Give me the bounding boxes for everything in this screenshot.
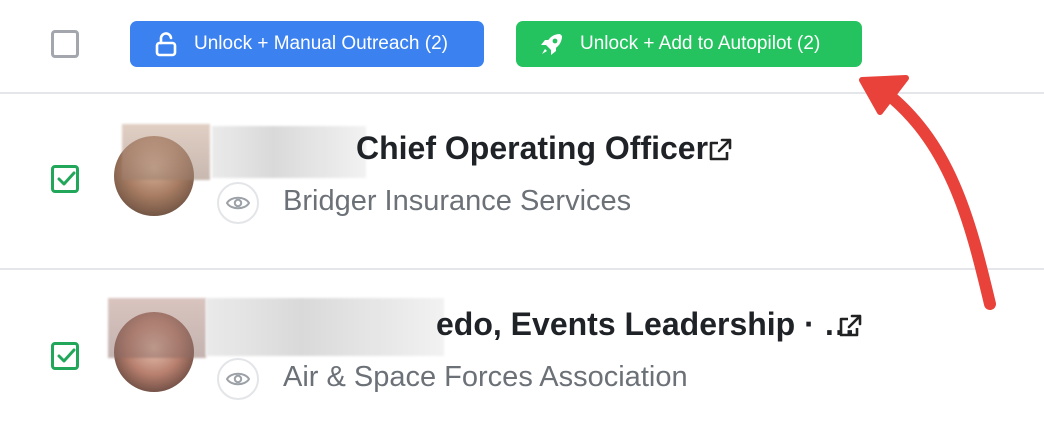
list-item[interactable]: edo, Events Leadership · … Air & Space F… bbox=[0, 270, 1044, 446]
select-all-checkbox[interactable] bbox=[51, 30, 79, 58]
autopilot-label: Unlock + Add to Autopilot (2) bbox=[580, 33, 821, 54]
company-name: Bridger Insurance Services bbox=[283, 185, 632, 217]
blurred-avatar-overlay bbox=[108, 298, 206, 358]
contact-title[interactable]: edo, Events Leadership · … bbox=[436, 306, 856, 343]
list-item[interactable]: Chief Operating Officer Bridger Insuranc… bbox=[0, 94, 1044, 270]
lock-open-icon bbox=[152, 30, 180, 58]
eye-icon[interactable] bbox=[217, 358, 259, 400]
eye-icon[interactable] bbox=[217, 182, 259, 224]
unlock-add-to-autopilot-button[interactable]: Unlock + Add to Autopilot (2) bbox=[516, 21, 862, 67]
external-link-icon[interactable] bbox=[836, 312, 864, 340]
row-checkbox[interactable] bbox=[51, 165, 79, 193]
row-checkbox[interactable] bbox=[51, 342, 79, 370]
blurred-avatar-overlay bbox=[122, 124, 210, 180]
manual-outreach-label: Unlock + Manual Outreach (2) bbox=[194, 33, 448, 54]
blurred-name bbox=[212, 126, 366, 178]
unlock-manual-outreach-button[interactable]: Unlock + Manual Outreach (2) bbox=[130, 21, 484, 67]
bulk-action-toolbar: Unlock + Manual Outreach (2) Unlock + Ad… bbox=[0, 0, 1044, 92]
company-name: Air & Space Forces Association bbox=[283, 361, 688, 393]
blurred-name bbox=[206, 298, 444, 356]
contact-title[interactable]: Chief Operating Officer bbox=[356, 130, 708, 167]
rocket-icon bbox=[538, 30, 566, 58]
external-link-icon[interactable] bbox=[706, 136, 734, 164]
